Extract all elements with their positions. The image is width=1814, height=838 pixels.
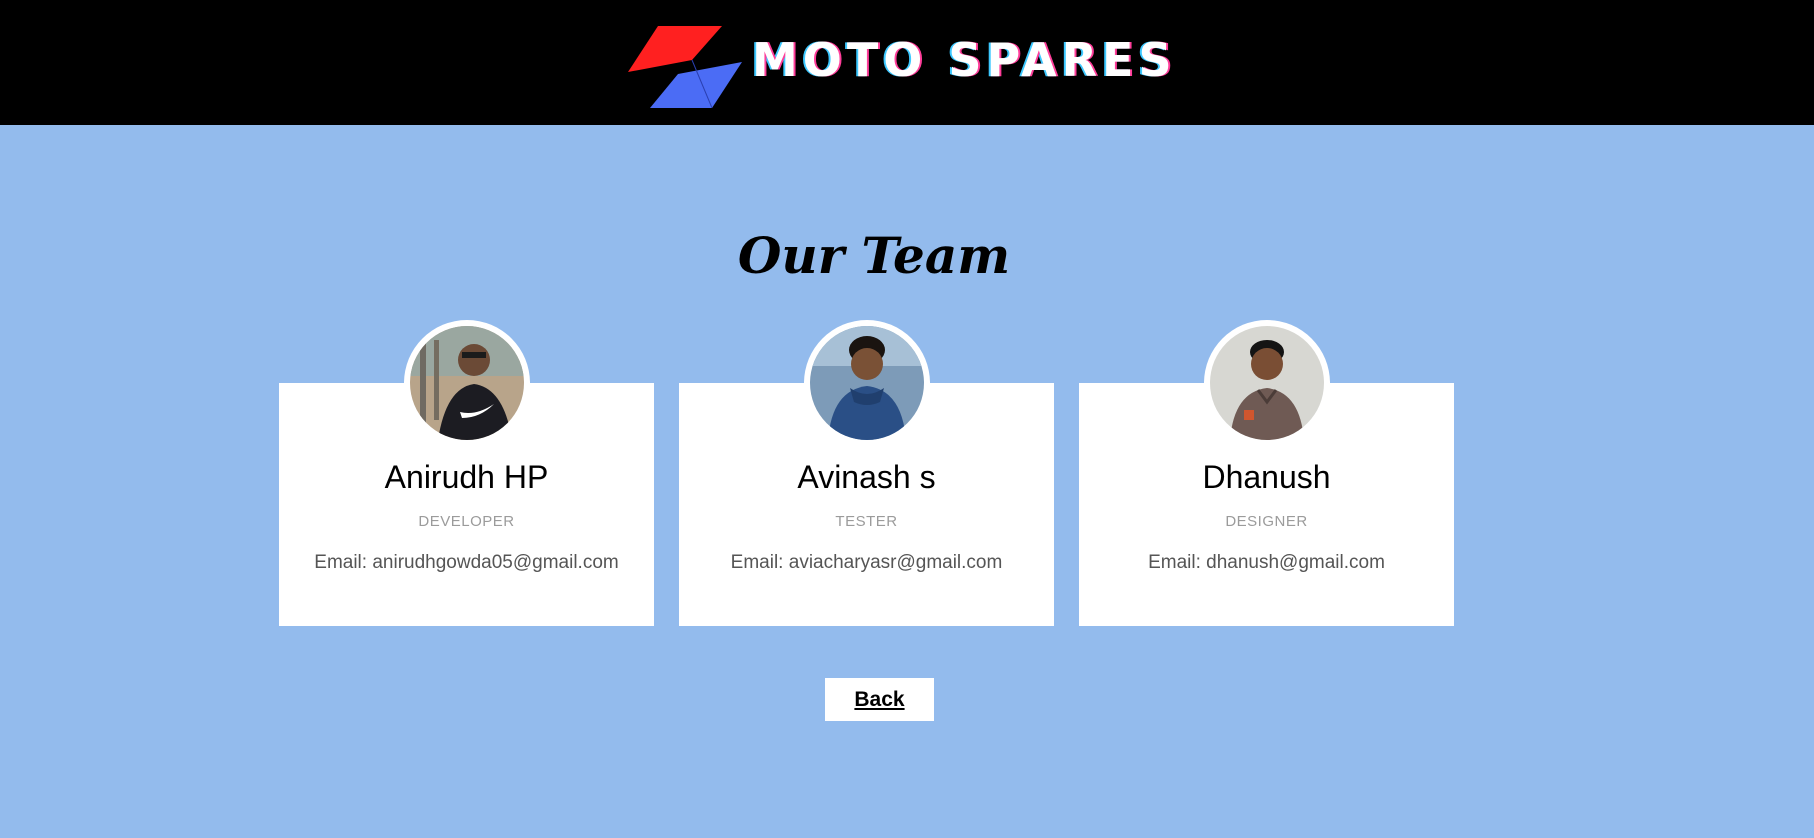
email-address: anirudhgowda05@gmail.com	[372, 552, 619, 573]
email-label: Email:	[730, 552, 784, 573]
member-email: Email: anirudhgowda05@gmail.com	[279, 552, 654, 574]
member-name: Dhanush	[1202, 459, 1331, 495]
email-address: dhanush@gmail.com	[1206, 552, 1385, 573]
member-name: Avinash s	[797, 459, 936, 495]
person-photo-icon	[410, 326, 524, 440]
member-name: Anirudh HP	[384, 459, 549, 495]
avatar	[1204, 320, 1330, 446]
person-photo-icon	[810, 326, 924, 440]
email-label: Email:	[1148, 552, 1201, 573]
member-email: Email: dhanush@gmail.com	[1079, 552, 1454, 574]
member-email: Email: aviacharyasr@gmail.com	[679, 552, 1054, 574]
avatar	[404, 320, 530, 446]
site-header: MOTO SPARES	[0, 0, 1814, 125]
email-address: aviacharyasr@gmail.com	[788, 552, 1003, 573]
brand-name[interactable]: MOTO SPARES	[752, 30, 1177, 90]
member-role: TESTER	[835, 513, 898, 530]
member-role: DESIGNER	[1225, 513, 1308, 530]
email-label: Email:	[314, 552, 368, 573]
avatar	[804, 320, 930, 446]
moto-spares-logo-icon[interactable]	[628, 26, 742, 108]
member-role: DEVELOPER	[418, 513, 515, 530]
back-button[interactable]: Back	[825, 678, 934, 721]
person-photo-icon	[1210, 326, 1324, 440]
page-title: Our Team	[737, 226, 1011, 285]
